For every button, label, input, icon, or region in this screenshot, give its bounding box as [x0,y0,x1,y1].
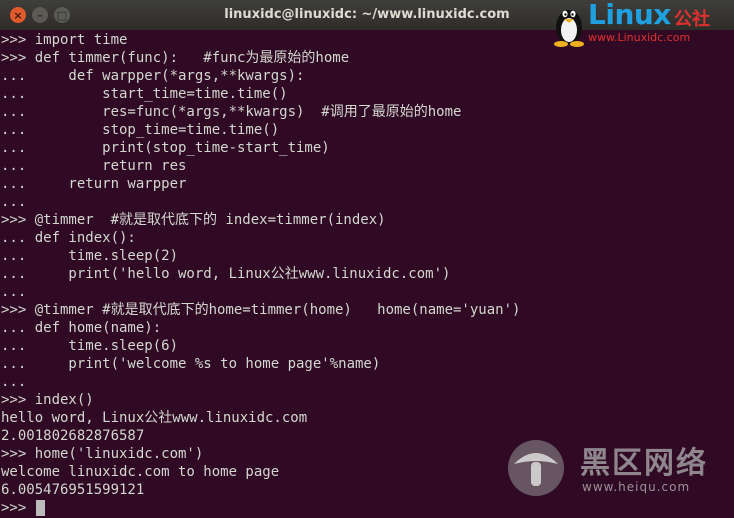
terminal-line: >>> @timmer #就是取代底下的 index=timmer(index) [1,212,386,228]
terminal-line: ... def warpper(*args,**kwargs): [1,68,305,84]
terminal-line: ... print('hello word, Linux公社www.linuxi… [1,266,451,282]
terminal-lines: >>> import time >>> def timmer(func): #fu… [1,31,734,499]
linux-logo-cn: 公社 [674,9,710,30]
terminal-line: ... return res [1,158,187,174]
terminal-line: ... start_time=time.time() [1,86,288,102]
terminal-line: ... print(stop_time-start_time) [1,140,330,156]
heiqu-watermark: 黑区网络 www.heiqu.com [500,438,734,500]
linux-logo-url: www.Linuxidc.com [588,31,691,44]
terminal-line: >>> @timmer #就是取代底下的home=timmer(home) ho… [1,302,521,318]
mushroom-logo-icon [508,440,564,496]
prompt-text: >>> [1,500,35,516]
terminal-line: ... time.sleep(6) [1,338,179,354]
linux-logo-text: Linux [588,0,671,31]
terminal-line: ... time.sleep(2) [1,248,179,264]
heiqu-logo-text: 黑区网络 [580,446,708,481]
linuxidc-watermark: Linux 公社 www.Linuxidc.com [552,0,732,48]
terminal-line: ... stop_time=time.time() [1,122,280,138]
terminal-line: ... [1,284,27,300]
terminal-line: >>> def timmer(func): #func为最原始的home [1,50,350,66]
terminal-line: ... return warpper [1,176,187,192]
text-cursor [35,500,45,516]
terminal-window: × – □ linuxidc@linuxidc: ~/www.linuxidc.… [0,0,734,518]
terminal-line: ... print('welcome %s to home page'%name… [1,356,381,372]
active-prompt-line[interactable]: >>> [1,499,734,517]
terminal-line: ... def index(): [1,230,136,246]
terminal-line: hello word, Linux公社www.linuxidc.com [1,410,308,426]
terminal-line: >>> index() [1,392,94,408]
terminal-line: ... [1,194,27,210]
tux-penguin-icon [554,10,584,47]
terminal-line: ... res=func(*args,**kwargs) #调用了最原始的hom… [1,104,462,120]
heiqu-logo-url: www.heiqu.com [582,480,691,494]
terminal-line: ... [1,374,27,390]
terminal-line: ... def home(name): [1,320,162,336]
